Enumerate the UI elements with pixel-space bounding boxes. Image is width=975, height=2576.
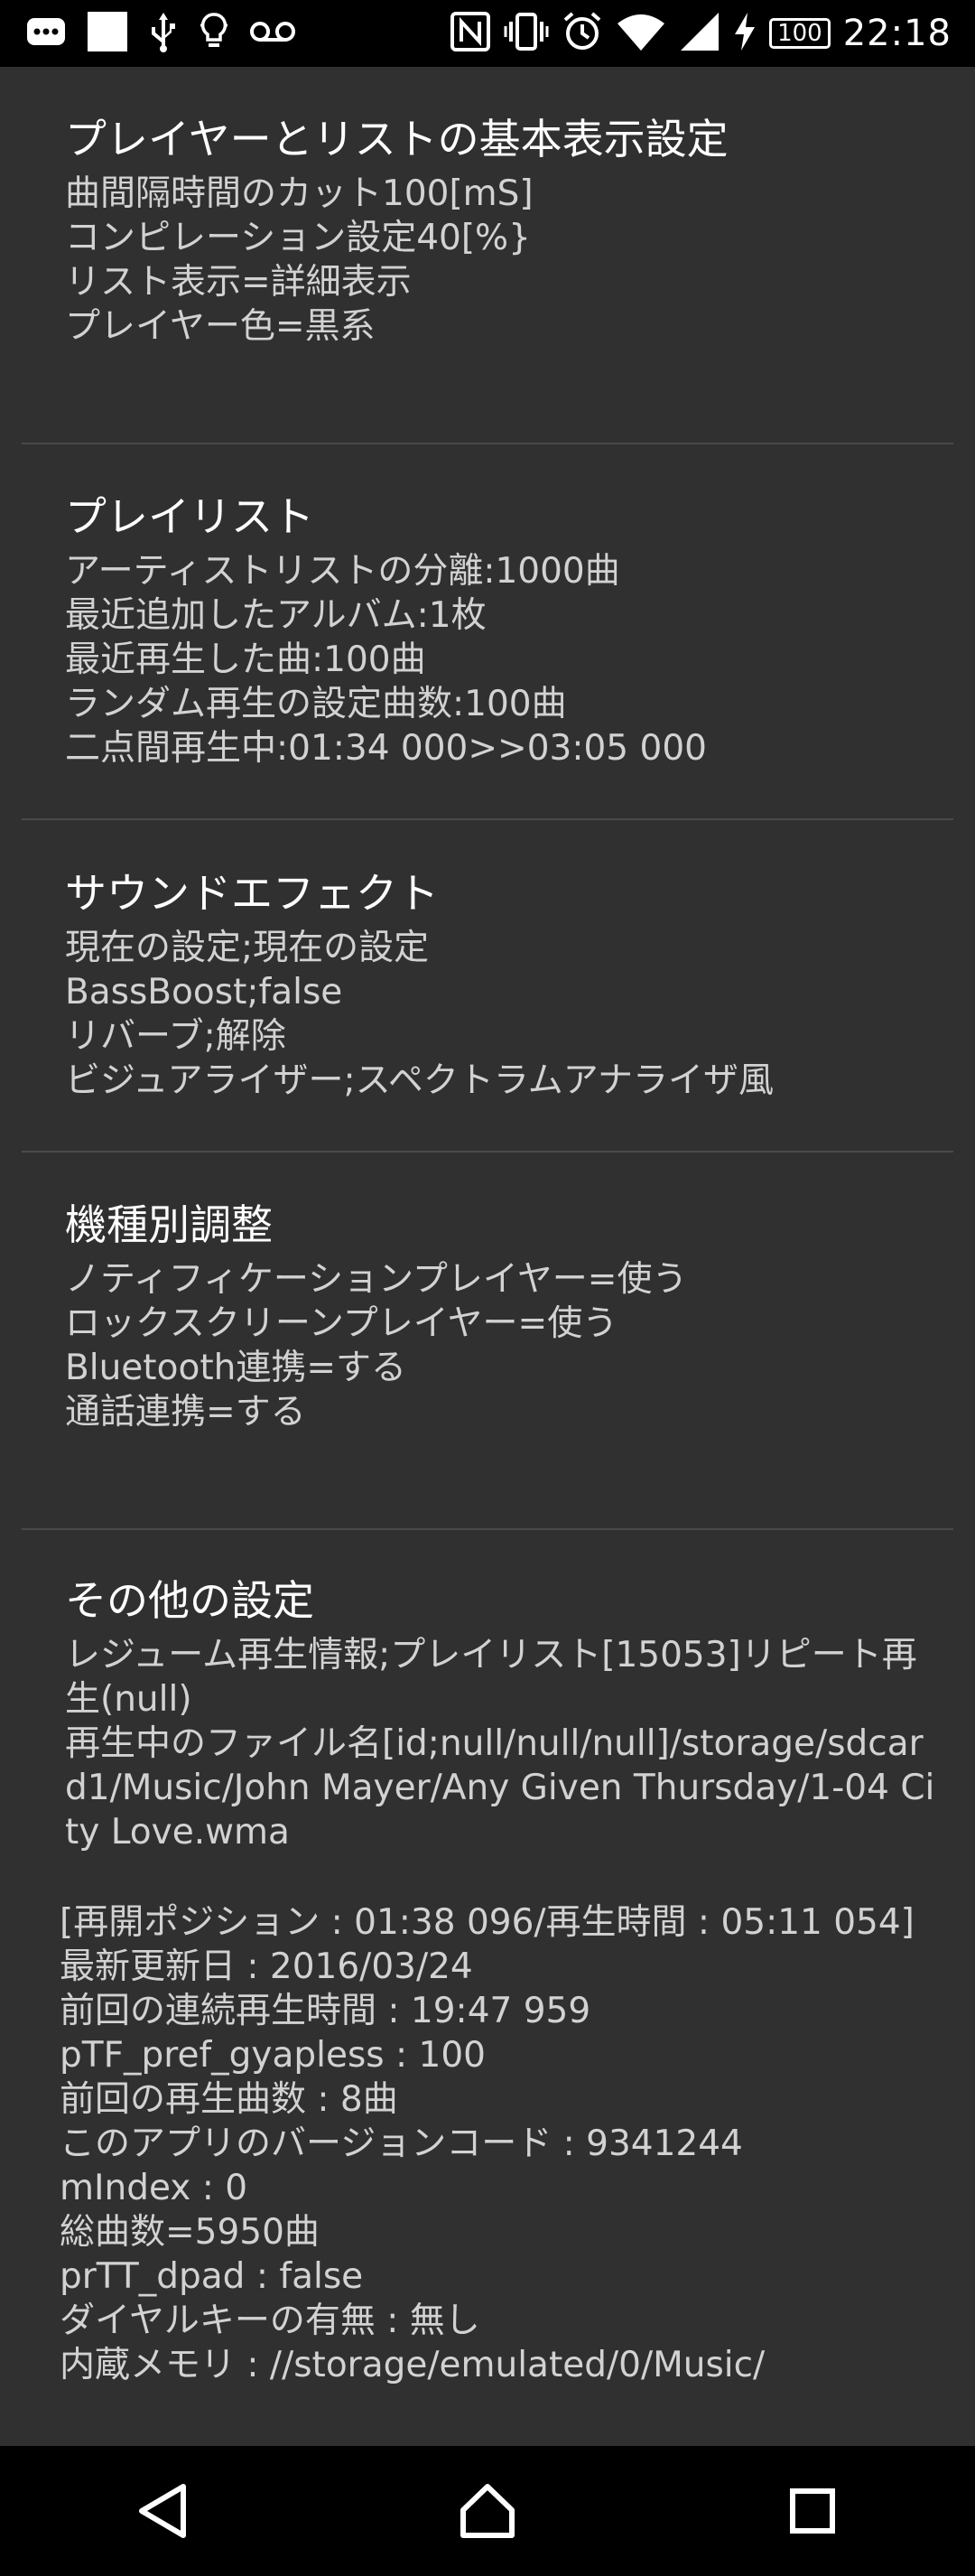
section-playlist[interactable]: プレイリスト アーティストリストの分離:1000曲 最近追加したアルバム:1枚 …: [65, 490, 939, 770]
info-line: pTF_pref_gyapless : 100: [60, 2035, 486, 2076]
info-block: [再開ポジション : 01:38 096/再生時間 : 05:11 054] 最…: [60, 1900, 948, 2387]
navigation-bar: [0, 2446, 975, 2576]
usb-icon: [148, 11, 179, 56]
setting-line: 二点間再生中:01:34 000>>03:05 000: [65, 728, 707, 769]
setting-line: 最近再生した曲:100曲: [65, 639, 426, 680]
divider: [22, 1151, 953, 1153]
section-title: その他の設定: [65, 1576, 314, 1625]
status-bar-right: 100 22:18: [450, 11, 975, 56]
vibrate-icon: [504, 11, 549, 56]
clock: 22:18: [842, 13, 952, 54]
battery-icon: 100: [769, 18, 831, 49]
info-line: 前回の連続再生時間 : 19:47 959: [60, 1991, 591, 2031]
setting-line: ロックスクリーンプレイヤー=使う: [65, 1303, 618, 1344]
status-bar-left: [0, 11, 296, 56]
voicemail-icon: [249, 18, 296, 49]
section-title: サウンドエフェクト: [65, 869, 439, 918]
setting-line: コンピレーション設定40[%}: [65, 218, 531, 258]
section-title: プレイリスト: [65, 492, 314, 541]
setting-line: Bluetooth連携=する: [65, 1348, 407, 1388]
lightbulb-icon: [199, 11, 229, 56]
home-icon: [460, 2484, 515, 2538]
info-line: [再開ポジション : 01:38 096/再生時間 : 05:11 054]: [60, 1902, 915, 1943]
section-title: プレイヤーとリストの基本表示設定: [65, 115, 729, 163]
section-basic-display[interactable]: プレイヤーとリストの基本表示設定 曲間隔時間のカット100[mS] コンピレーシ…: [65, 112, 939, 349]
divider: [22, 818, 953, 820]
setting-line: 最近追加したアルバム:1枚: [65, 595, 487, 636]
back-button[interactable]: [108, 2457, 217, 2565]
setting-line: ノティフィケーションプレイヤー=使う: [65, 1259, 688, 1300]
nfc-icon: [450, 11, 491, 56]
image-icon: [87, 11, 128, 56]
setting-line: BassBoost;false: [65, 972, 343, 1013]
alarm-icon: [562, 11, 603, 56]
setting-line: アーティストリストの分離:1000曲: [65, 551, 620, 592]
setting-line: 曲間隔時間のカット100[mS]: [65, 173, 534, 214]
setting-line: プレイヤー色=黒系: [65, 306, 376, 347]
recents-icon: [790, 2488, 835, 2534]
status-bar: 100 22:18: [0, 0, 975, 67]
info-line: prTT_dpad : false: [60, 2256, 364, 2297]
info-line: 前回の再生曲数 : 8曲: [60, 2079, 398, 2120]
playing-file-name: 再生中のファイル名[id;null/null/null]/storage/sdc…: [65, 1723, 935, 1853]
recents-button[interactable]: [758, 2457, 867, 2565]
info-line: 総曲数=5950曲: [60, 2212, 320, 2253]
charging-icon: [733, 11, 757, 56]
section-sound-effect[interactable]: サウンドエフェクト 現在の設定;現在の設定 BassBoost;false リバ…: [65, 866, 939, 1103]
section-other-settings[interactable]: その他の設定 レジューム再生情報;プレイリスト[15053]リピート再生(nul…: [65, 1573, 939, 1854]
back-icon: [139, 2484, 186, 2538]
wifi-icon: [616, 11, 666, 56]
settings-summary-list[interactable]: プレイヤーとリストの基本表示設定 曲間隔時間のカット100[mS] コンピレーシ…: [0, 67, 975, 2446]
setting-line: 通話連携=する: [65, 1392, 306, 1433]
info-line: 最新更新日 : 2016/03/24: [60, 1946, 473, 1987]
setting-line: ランダム再生の設定曲数:100曲: [65, 684, 567, 724]
setting-line: 現在の設定;現在の設定: [65, 928, 430, 968]
section-device-adjust[interactable]: 機種別調整 ノティフィケーションプレイヤー=使う ロックスクリーンプレイヤー=使…: [65, 1198, 939, 1434]
message-icon: [25, 14, 67, 52]
info-line: mIndex : 0: [60, 2168, 248, 2208]
section-title: 機種別調整: [65, 1200, 273, 1249]
resume-info: レジューム再生情報;プレイリスト[15053]リピート再生(null): [65, 1635, 917, 1720]
divider: [22, 1528, 953, 1530]
divider: [22, 443, 953, 444]
setting-line: ビジュアライザー;スペクトラムアナライザ風: [65, 1060, 774, 1101]
info-line: 内蔵メモリ : //storage/emulated/0/Music/: [60, 2345, 766, 2385]
info-line: ダイヤルキーの有無 : 無し: [60, 2301, 480, 2341]
setting-line: リスト表示=詳細表示: [65, 262, 412, 303]
home-button[interactable]: [433, 2457, 542, 2565]
setting-line: リバーブ;解除: [65, 1016, 286, 1057]
signal-icon: [679, 11, 720, 56]
info-line: このアプリのバージョンコード : 9341244: [60, 2123, 743, 2164]
